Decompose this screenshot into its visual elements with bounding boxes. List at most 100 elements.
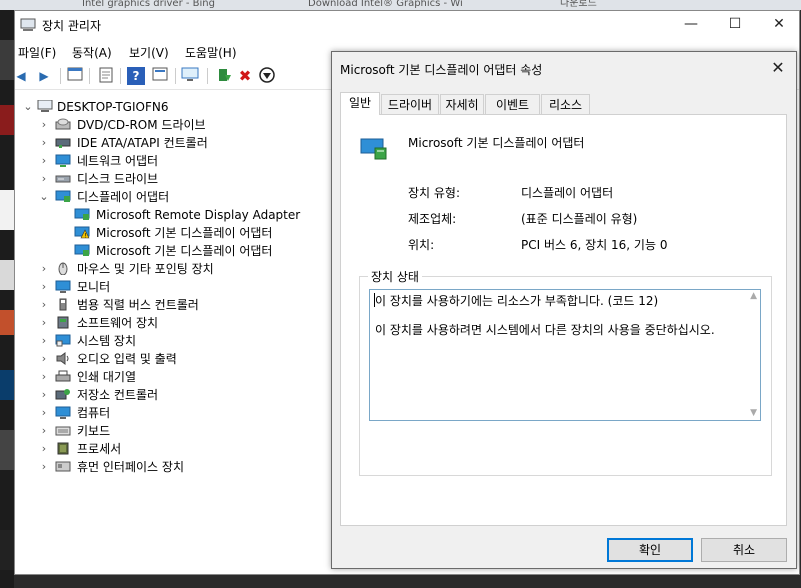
chevron-down-icon[interactable]: ⌄: [23, 98, 33, 116]
tree-item-label: DVD/CD-ROM 드라이브: [77, 118, 206, 132]
ide-controller-icon: [55, 138, 71, 148]
tab-resources[interactable]: 리소스: [541, 94, 590, 114]
disk-drive-icon: [55, 175, 71, 183]
tab-events[interactable]: 이벤트: [485, 94, 540, 114]
tree-item-label: 휴먼 인터페이스 장치: [77, 460, 184, 474]
device-status-group: 장치 상태 이 장치를 사용하기에는 리소스가 부족합니다. (코드 12) 이…: [359, 268, 772, 476]
tree-item-label: 시스템 장치: [77, 334, 137, 348]
display-adapter-icon: [55, 190, 71, 202]
cancel-button[interactable]: 취소: [701, 538, 787, 562]
tree-item-label: 모니터: [77, 280, 111, 294]
computer-icon: [55, 406, 71, 419]
tab-driver[interactable]: 드라이버: [381, 94, 439, 114]
tree-root-label: DESKTOP-TGIOFN6: [57, 100, 169, 114]
prop-value-location: PCI 버스 6, 장치 16, 기능 0: [521, 238, 668, 252]
view-icon[interactable]: [151, 67, 169, 85]
tab-general[interactable]: 일반: [340, 92, 380, 115]
keyboard-icon: [55, 426, 71, 436]
chevron-right-icon[interactable]: ›: [39, 440, 49, 458]
tree-item-label: 네트워크 어댑터: [77, 154, 159, 168]
browser-tab-label[interactable]: Download Intel® Graphics - Wi: [308, 0, 463, 10]
dialog-close-button[interactable]: ✕: [768, 58, 788, 77]
disable-icon[interactable]: [258, 67, 276, 85]
prop-label-type: 장치 유형:: [408, 186, 461, 200]
browser-tab-label[interactable]: 다운로드: [560, 0, 597, 10]
computer-icon: [37, 100, 53, 112]
tree-item-label: 범용 직렬 버스 컨트롤러: [77, 298, 199, 312]
tree-item-label: 소프트웨어 장치: [77, 316, 159, 330]
display-adapter-icon: [74, 208, 90, 220]
mouse-icon: [58, 262, 68, 275]
scan-hardware-icon[interactable]: [181, 67, 199, 85]
general-tab-panel: Microsoft 기본 디스플레이 어댑터 장치 유형: 디스플레이 어댑터 …: [340, 114, 787, 526]
title-bar: 장치 관리자 — ☐ ✕: [15, 11, 799, 41]
scroll-up-icon[interactable]: ▲: [750, 291, 757, 301]
prop-value-manufacturer: (표준 디스플레이 유형): [521, 212, 638, 226]
browser-tab-label[interactable]: Intel graphics driver - Bing: [82, 0, 215, 10]
menu-help[interactable]: 도움말(H): [185, 44, 237, 61]
menu-action[interactable]: 동작(A): [72, 44, 112, 61]
tree-item-label: 컴퓨터: [77, 406, 111, 420]
chevron-right-icon[interactable]: ›: [39, 296, 49, 314]
desktop-background-strip: [0, 10, 14, 588]
status-line-2: 이 장치를 사용하려면 시스템에서 다른 장치의 사용을 중단하십시오.: [375, 323, 715, 337]
tree-item-label: 오디오 입력 및 출력: [77, 352, 177, 366]
chevron-down-icon[interactable]: ⌄: [39, 188, 49, 206]
device-tree: ⌄ DESKTOP-TGIOFN6 › DVD/CD-ROM 드라이브 › ID…: [15, 91, 331, 571]
forward-icon[interactable]: ▶: [35, 67, 53, 85]
device-name: Microsoft 기본 디스플레이 어댑터: [408, 136, 585, 150]
chevron-right-icon[interactable]: ›: [39, 152, 49, 170]
scroll-down-icon[interactable]: ▼: [750, 408, 757, 418]
tree-item-label: 저장소 컨트롤러: [77, 388, 159, 402]
prop-label-manufacturer: 제조업체:: [408, 212, 457, 226]
tab-details[interactable]: 자세히: [440, 94, 484, 114]
tree-item-label: IDE ATA/ATAPI 컨트롤러: [77, 136, 208, 150]
chevron-right-icon[interactable]: ›: [39, 260, 49, 278]
prop-label-location: 위치:: [408, 238, 435, 252]
dvd-drive-icon: [55, 118, 71, 130]
monitor-icon: [55, 280, 71, 293]
tree-child-label: Microsoft Remote Display Adapter: [96, 208, 301, 222]
help-icon[interactable]: ?: [127, 67, 145, 85]
properties-dialog: Microsoft 기본 디스플레이 어댑터 속성 ✕ 일반 드라이버 자세히 …: [331, 51, 797, 569]
prop-value-type: 디스플레이 어댑터: [521, 186, 614, 200]
chevron-right-icon[interactable]: ›: [39, 350, 49, 368]
processor-icon: [57, 442, 69, 455]
chevron-right-icon[interactable]: ›: [39, 314, 49, 332]
tree-item-label: 인쇄 대기열: [77, 370, 137, 384]
ok-button[interactable]: 확인: [607, 538, 693, 562]
display-adapter-icon: [360, 138, 387, 160]
software-device-icon: [57, 316, 69, 329]
tree-item-label: 디스크 드라이브: [77, 172, 159, 186]
menu-view[interactable]: 보기(V): [129, 44, 169, 61]
close-button[interactable]: ✕: [757, 11, 801, 39]
device-status-title: 장치 상태: [368, 268, 422, 285]
minimize-button[interactable]: —: [669, 11, 713, 39]
maximize-button[interactable]: ☐: [713, 11, 757, 39]
chevron-right-icon[interactable]: ›: [39, 386, 49, 404]
device-status-textbox[interactable]: 이 장치를 사용하기에는 리소스가 부족합니다. (코드 12) 이 장치를 사…: [369, 289, 761, 421]
chevron-right-icon[interactable]: ›: [39, 404, 49, 422]
hid-icon: [55, 461, 71, 472]
properties-icon[interactable]: [97, 67, 115, 85]
update-driver-icon[interactable]: [215, 67, 233, 85]
chevron-right-icon[interactable]: ›: [39, 332, 49, 350]
chevron-right-icon[interactable]: ›: [39, 458, 49, 476]
chevron-right-icon[interactable]: ›: [39, 368, 49, 386]
uninstall-icon[interactable]: ✖: [236, 67, 254, 85]
chevron-right-icon[interactable]: ›: [39, 422, 49, 440]
printer-icon: [55, 370, 71, 382]
dialog-title: Microsoft 기본 디스플레이 어댑터 속성: [340, 63, 543, 77]
display-adapter-warning-icon: !: [74, 226, 90, 239]
window-title: 장치 관리자: [42, 19, 102, 33]
speaker-icon: [56, 352, 69, 365]
chevron-right-icon[interactable]: ›: [39, 278, 49, 296]
chevron-right-icon[interactable]: ›: [39, 170, 49, 188]
show-hide-console-tree-icon[interactable]: [66, 67, 84, 85]
display-adapter-icon: [74, 244, 90, 256]
chevron-right-icon[interactable]: ›: [39, 134, 49, 152]
chevron-right-icon[interactable]: ›: [39, 116, 49, 134]
back-icon[interactable]: ◀: [12, 67, 30, 85]
tree-item-label: 디스플레이 어댑터: [77, 190, 170, 204]
menu-file[interactable]: 파일(F): [18, 44, 56, 61]
